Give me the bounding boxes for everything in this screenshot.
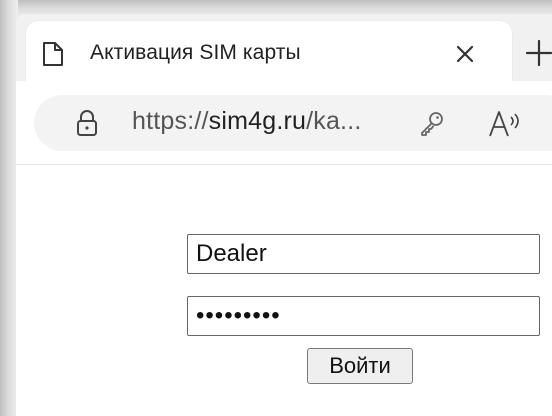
browser-window: Активация SIM карты https://sim4g.ru/ka.… — [0, 0, 552, 416]
browser-chrome: Активация SIM карты https://sim4g.ru/ka.… — [16, 14, 552, 164]
tab-title: Активация SIM карты — [90, 41, 301, 64]
lock-icon[interactable] — [76, 109, 98, 137]
password-input[interactable] — [187, 296, 540, 336]
browser-toolbar: https://sim4g.ru/ka... — [16, 81, 552, 164]
page-icon — [43, 42, 63, 66]
page-content: Войти — [16, 165, 552, 416]
close-icon[interactable] — [452, 41, 478, 67]
username-input[interactable] — [187, 234, 540, 274]
url-path: /ka... — [306, 107, 362, 135]
url-text[interactable]: https://sim4g.ru/ka... — [132, 107, 362, 136]
key-icon[interactable] — [418, 111, 446, 137]
login-button[interactable]: Войти — [307, 348, 413, 384]
url-host: sim4g.ru — [208, 107, 307, 135]
url-scheme: https:// — [132, 107, 209, 135]
read-aloud-icon[interactable] — [488, 109, 524, 139]
plus-icon[interactable] — [524, 38, 552, 68]
browser-tab[interactable]: Активация SIM карты — [26, 21, 512, 81]
address-bar[interactable]: https://sim4g.ru/ka... — [34, 95, 552, 151]
